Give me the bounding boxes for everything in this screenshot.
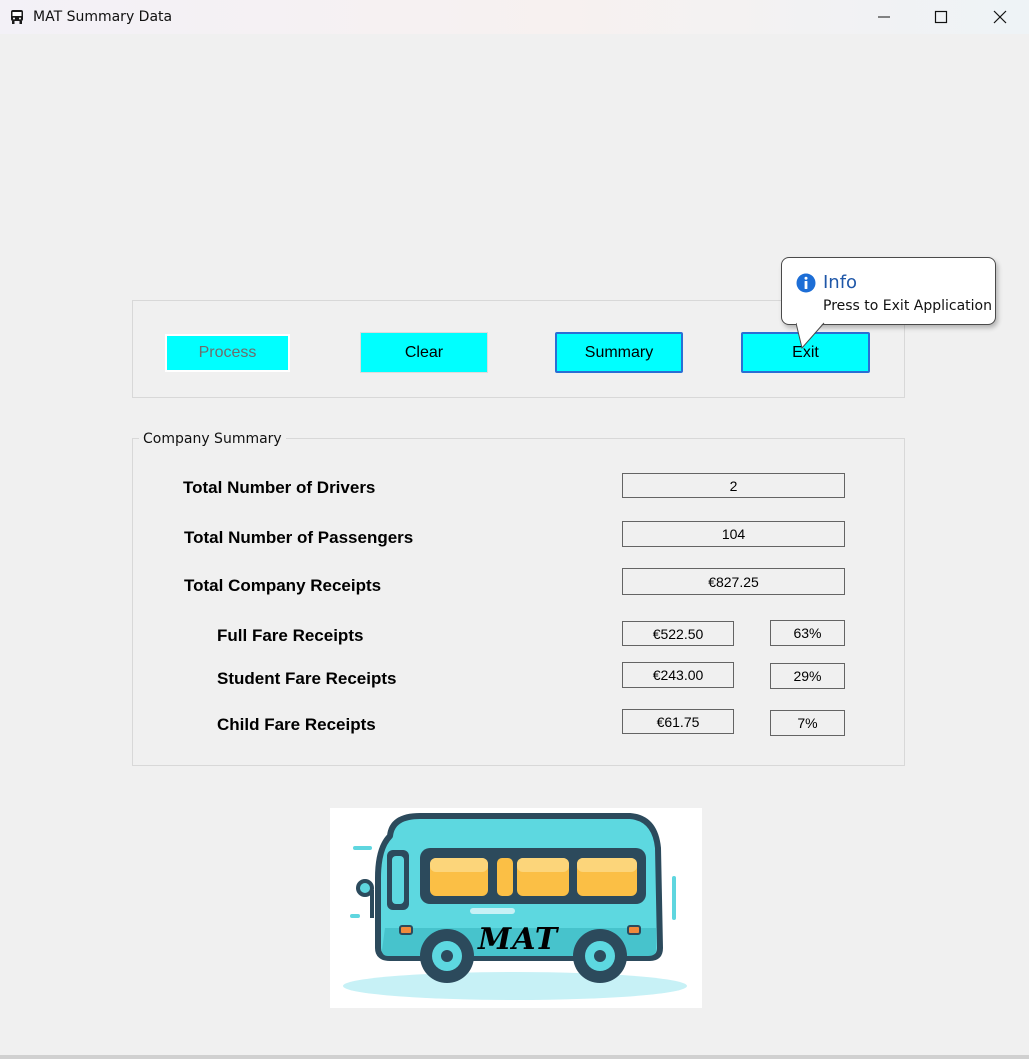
info-icon xyxy=(796,273,816,293)
total-passengers-label: Total Number of Passengers xyxy=(184,528,414,547)
minimize-button[interactable] xyxy=(855,0,913,34)
total-passengers-value: 104 xyxy=(622,521,845,547)
child-fare-value: €61.75 xyxy=(622,709,734,734)
exit-tooltip: Info Press to Exit Application xyxy=(781,257,996,325)
window-bottom-border xyxy=(0,1055,1029,1059)
bus-illustration xyxy=(343,813,687,1000)
close-button[interactable] xyxy=(971,0,1029,34)
child-fare-percent: 7% xyxy=(770,710,845,736)
bus-icon xyxy=(11,10,23,24)
maximize-icon xyxy=(934,10,948,24)
total-receipts-value: €827.25 xyxy=(622,568,845,595)
full-fare-percent: 63% xyxy=(770,620,845,646)
title-bar: MAT Summary Data xyxy=(0,0,1029,34)
maximize-button[interactable] xyxy=(912,0,970,34)
full-fare-label: Full Fare Receipts xyxy=(217,626,364,645)
full-fare-value: €522.50 xyxy=(622,621,734,646)
total-receipts-label: Total Company Receipts xyxy=(184,576,382,595)
company-summary-legend: Company Summary xyxy=(139,431,286,447)
total-drivers-label: Total Number of Drivers xyxy=(183,478,376,497)
logo-text: MAT xyxy=(478,922,559,957)
student-fare-percent: 29% xyxy=(770,663,845,689)
total-drivers-value: 2 xyxy=(622,473,845,498)
summary-button[interactable]: Summary xyxy=(555,332,683,373)
process-button[interactable]: Process xyxy=(165,334,290,372)
close-icon xyxy=(993,10,1007,24)
tooltip-title: Info xyxy=(823,272,858,293)
clear-button[interactable]: Clear xyxy=(360,332,488,373)
window-title: MAT Summary Data xyxy=(33,9,173,25)
student-fare-value: €243.00 xyxy=(622,662,734,688)
tooltip-pointer xyxy=(796,322,825,350)
child-fare-label: Child Fare Receipts xyxy=(217,715,376,734)
bus-logo: MAT xyxy=(330,808,702,1008)
tooltip-text: Press to Exit Application xyxy=(823,298,992,314)
student-fare-label: Student Fare Receipts xyxy=(217,669,397,688)
minimize-icon xyxy=(878,16,890,18)
